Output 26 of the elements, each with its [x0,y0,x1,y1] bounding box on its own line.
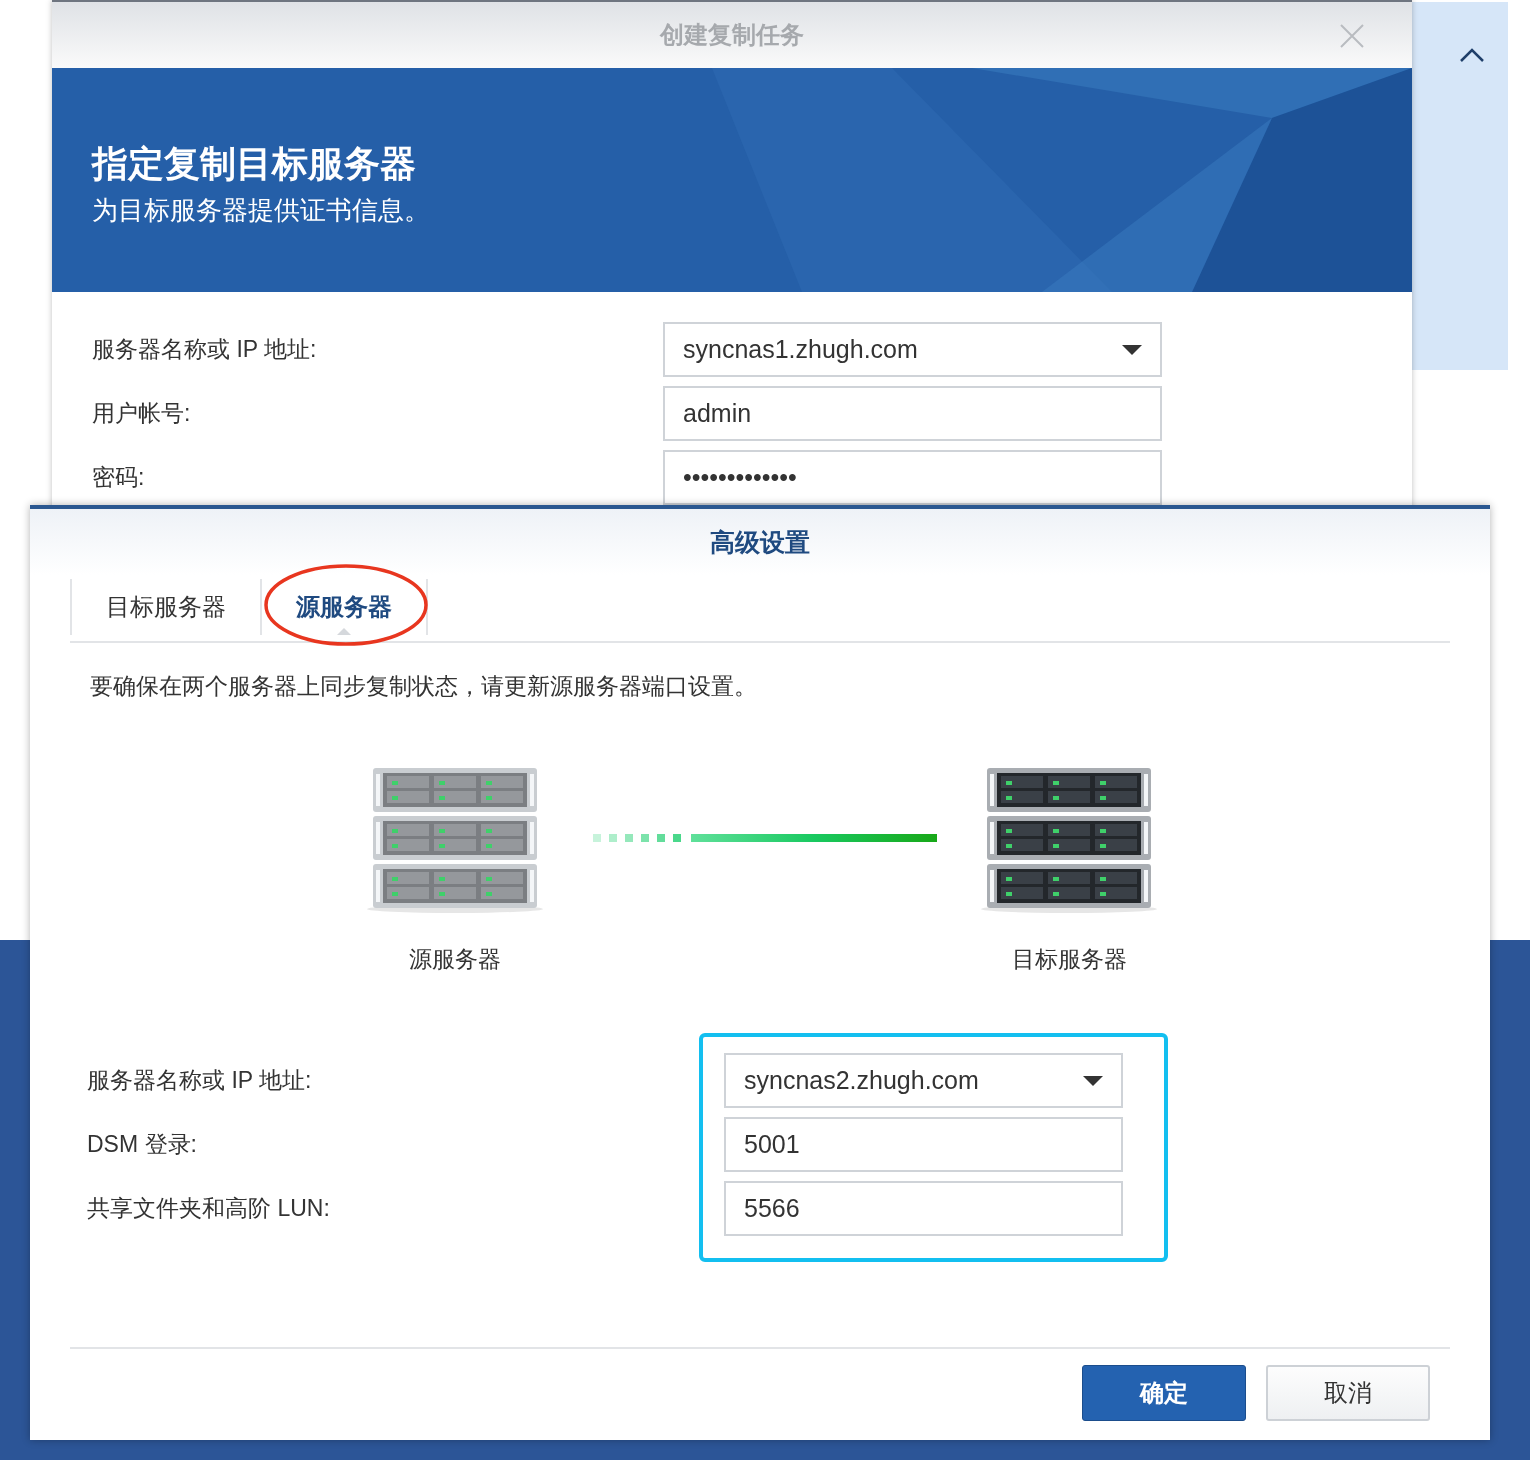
field-label: 共享文件夹和高阶 LUN: [87,1194,330,1223]
input-field[interactable]: 5001 [724,1117,1123,1172]
collapse-chevron-icon[interactable] [1460,48,1484,62]
tab[interactable]: 源服务器 [260,579,428,635]
server-dropdown[interactable]: syncnas1.zhugh.com [663,322,1162,377]
caret-icon [1083,1075,1103,1086]
caret-icon [1122,344,1142,355]
window-title: 创建复制任务 [660,20,804,50]
field-label: DSM 登录: [87,1130,197,1159]
field-label: 用户帐号: [92,399,191,428]
server-label: 目标服务器 [1011,945,1127,974]
password-field[interactable]: ••••••••••••• [663,450,1162,505]
cancel-button[interactable]: 取消 [1266,1365,1430,1421]
window-title: 高级设置 [710,526,810,558]
server-dropdown[interactable]: syncnas2.zhugh.com [724,1053,1123,1108]
banner-subtitle: 为目标服务器提供证书信息。 [92,194,431,227]
field-label: 服务器名称或 IP 地址: [92,335,317,364]
confirm-button[interactable]: 确定 [1082,1365,1246,1421]
tab[interactable]: 目标服务器 [70,579,260,635]
input-field[interactable]: 5566 [724,1181,1123,1236]
server-label: 源服务器 [409,945,501,974]
field-label: 服务器名称或 IP 地址: [87,1066,312,1095]
description-text: 要确保在两个服务器上同步复制状态，请更新源服务器端口设置。 [90,672,758,701]
field-label: 密码: [92,463,145,492]
banner-heading: 指定复制目标服务器 [92,142,417,186]
input-field[interactable]: admin [663,386,1162,441]
